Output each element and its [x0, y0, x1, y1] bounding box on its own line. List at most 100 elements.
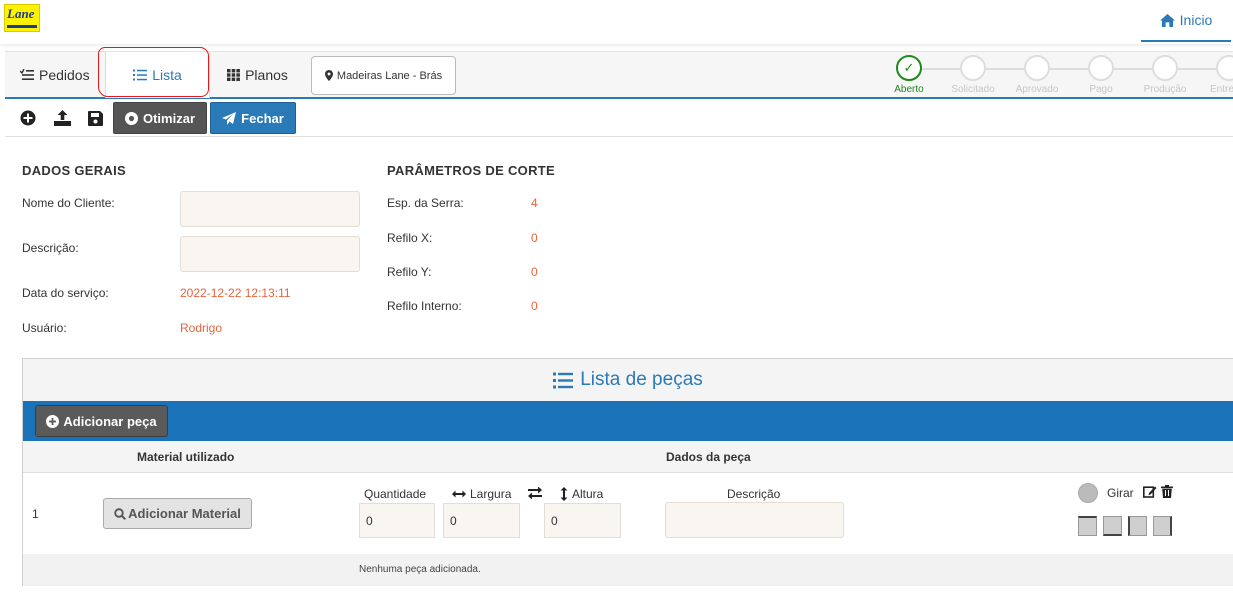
step-circle — [1152, 55, 1178, 81]
checklist-icon — [20, 69, 34, 80]
nome-cliente-input[interactable] — [180, 191, 360, 227]
logo-text: Lane — [7, 6, 35, 21]
add-peca-button[interactable]: Adicionar peça — [35, 405, 168, 437]
lista-pecas-panel: Lista de peças Adicionar peça Material u… — [22, 358, 1233, 586]
step-label: Pago — [1089, 84, 1113, 95]
quantidade-input[interactable]: 0 — [359, 503, 435, 538]
step-circle — [1216, 55, 1233, 81]
step-label: Aprovado — [1015, 84, 1059, 95]
step-entrega: Entre — [1194, 55, 1233, 95]
step-circle — [1024, 55, 1050, 81]
usuario-label: Usuário: — [22, 321, 67, 335]
quantidade-text: Quantidade — [364, 487, 427, 501]
tab-planos[interactable]: Planos — [210, 52, 305, 98]
refilo-x-value[interactable]: 0 — [531, 231, 538, 245]
step-circle — [960, 55, 986, 81]
upload-icon[interactable] — [52, 108, 72, 128]
panel-title: Lista de peças — [580, 369, 703, 390]
tab-lista[interactable]: Lista — [105, 52, 210, 98]
esp-serra-label: Esp. da Serra: — [387, 196, 464, 210]
edge-top-toggle[interactable] — [1078, 516, 1097, 536]
action-toolbar: Otimizar Fechar — [5, 100, 1233, 137]
edit-icon[interactable] — [1143, 485, 1157, 501]
descricao-label: Descrição: — [22, 241, 79, 255]
panel-action-bar: Adicionar peça — [23, 401, 1233, 441]
tab-pedidos[interactable]: Pedidos — [10, 52, 105, 98]
largura-input[interactable]: 0 — [443, 503, 520, 538]
tab-planos-label: Planos — [245, 67, 288, 83]
map-marker-icon — [324, 70, 333, 81]
step-producao: Produção — [1130, 55, 1200, 95]
largura-label: Largura — [452, 487, 511, 501]
swap-dimensions-icon[interactable] — [528, 487, 542, 499]
add-peca-label: Adicionar peça — [63, 413, 157, 429]
tab-pedidos-label: Pedidos — [39, 67, 90, 83]
dados-gerais-title: DADOS GERAIS — [22, 163, 127, 178]
panel-header: Lista de peças — [23, 359, 1233, 401]
descricao-peca-input[interactable] — [665, 502, 844, 538]
col-material: Material utilizado — [137, 450, 235, 464]
search-icon — [114, 507, 127, 520]
step-aberto: ✓ Aberto — [874, 55, 944, 95]
list-icon — [553, 372, 574, 388]
home-link[interactable]: Inicio — [1141, 0, 1231, 42]
grid-icon — [227, 69, 240, 81]
refilo-y-label: Refilo Y: — [387, 265, 432, 279]
top-navbar: Lane Inicio — [0, 0, 1233, 44]
altura-label: Altura — [560, 487, 603, 501]
add-material-button[interactable]: Adicionar Material — [103, 498, 252, 529]
parametros-title: PARÂMETROS DE CORTE — [387, 163, 555, 178]
step-aprovado: Aprovado — [1002, 55, 1072, 95]
table-footer: Nenhuma peça adicionada. — [23, 554, 1233, 586]
refilo-y-value[interactable]: 0 — [531, 265, 538, 279]
step-label: Aberto — [894, 84, 924, 95]
edge-left-toggle[interactable] — [1128, 516, 1147, 536]
descricao-input[interactable] — [180, 236, 360, 272]
step-solicitado: Solicitado — [938, 55, 1008, 95]
home-icon — [1159, 13, 1175, 27]
empty-message: Nenhuma peça adicionada. — [359, 564, 481, 575]
dot-circle-icon — [124, 111, 138, 125]
girar-toggle[interactable] — [1078, 483, 1098, 503]
store-selector-button[interactable]: Madeiras Lane - Brás — [311, 56, 456, 95]
vertical-arrows-icon — [560, 487, 568, 501]
descricao-peca-label: Descrição — [727, 487, 780, 501]
plus-circle-icon — [46, 414, 60, 428]
logo-underline — [7, 25, 37, 28]
row-number: 1 — [32, 507, 39, 521]
paper-plane-icon — [222, 111, 237, 125]
list-icon — [133, 69, 148, 81]
lane-logo[interactable]: Lane — [4, 4, 40, 32]
check-icon: ✓ — [896, 55, 922, 81]
add-icon[interactable] — [18, 108, 38, 128]
usuario-value: Rodrigo — [180, 321, 223, 335]
trash-icon[interactable] — [1161, 485, 1173, 501]
col-dados-peca: Dados da peça — [666, 450, 751, 464]
refilo-x-label: Refilo X: — [387, 231, 433, 245]
fechar-label: Fechar — [241, 110, 284, 126]
data-servico-value: 2022-12-22 12:13:11 — [180, 286, 291, 300]
otimizar-button[interactable]: Otimizar — [113, 102, 207, 134]
otimizar-label: Otimizar — [142, 110, 195, 126]
step-circle — [1088, 55, 1114, 81]
horizontal-arrows-icon — [452, 490, 466, 498]
edge-right-toggle[interactable] — [1153, 516, 1172, 536]
altura-text: Altura — [572, 487, 604, 501]
edge-bottom-toggle[interactable] — [1103, 516, 1122, 536]
save-icon[interactable] — [85, 108, 105, 128]
nome-cliente-label: Nome do Cliente: — [22, 196, 115, 210]
step-label: Produção — [1143, 84, 1187, 95]
fechar-button[interactable]: Fechar — [210, 102, 296, 134]
store-name: Madeiras Lane - Brás — [336, 69, 443, 82]
esp-serra-value[interactable]: 4 — [531, 196, 538, 210]
quantidade-label: Quantidade — [364, 487, 426, 501]
largura-text: Largura — [470, 487, 512, 501]
girar-label: Girar — [1107, 486, 1134, 500]
add-material-label: Adicionar Material — [128, 506, 241, 521]
home-label: Inicio — [1179, 12, 1213, 28]
table-header: Material utilizado Dados da peça — [23, 441, 1233, 473]
altura-input[interactable]: 0 — [544, 503, 621, 538]
step-label: Solicitado — [951, 84, 995, 95]
refilo-interno-value[interactable]: 0 — [531, 299, 538, 313]
data-servico-label: Data do serviço: — [22, 286, 109, 300]
